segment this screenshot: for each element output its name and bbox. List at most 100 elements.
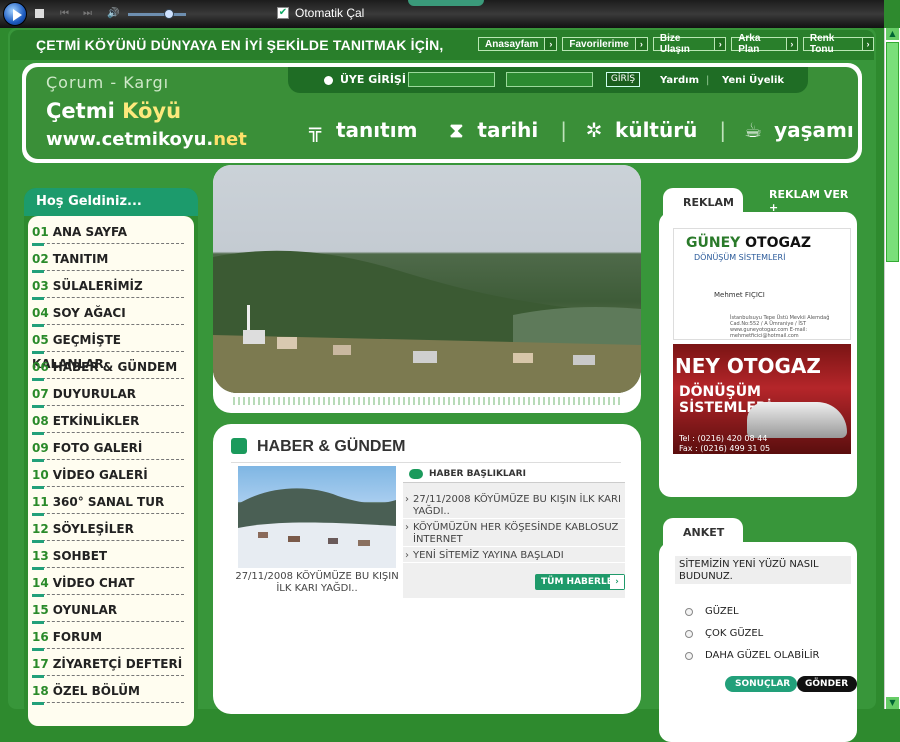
news-section: HABER & GÜNDEM 27/11/2008 KÖYÜMÜZE BU KI… xyxy=(213,424,641,714)
arrow-right-icon: › xyxy=(544,38,557,50)
sidebar-item-ziyaretci-defteri[interactable]: 17 ZİYARETÇİ DEFTERİ xyxy=(32,652,184,678)
player-grip-handle[interactable] xyxy=(408,0,484,6)
sidebar-menu: 01 ANA SAYFA 02 TANITIM 03 SÜLALERİMİZ 04 SO… xyxy=(28,216,194,726)
ad-card-business-card[interactable]: GÜNEY OTOGAZ DÖNÜŞÜM SİSTEMLERİ Mehmet F… xyxy=(673,228,851,340)
poll-question: SİTEMİZİN YENİ YÜZÜ NASIL BUDUNUZ. xyxy=(675,556,851,584)
topnav-arka-plan[interactable]: Arka Plan › xyxy=(731,33,798,55)
vertical-scrollbar[interactable]: ▲ ▼ xyxy=(884,28,900,709)
snowy-village-image[interactable] xyxy=(238,466,396,568)
password-input[interactable] xyxy=(506,72,593,87)
previous-icon[interactable]: ⏮ xyxy=(59,8,70,19)
poll-results-button[interactable]: SONUÇLAR → xyxy=(725,676,797,705)
volume-icon[interactable]: 🔊 xyxy=(107,8,119,19)
topnav-label: Renk Tonu xyxy=(809,33,835,55)
scrollbar-thumb[interactable] xyxy=(886,42,899,262)
sidebar-item-video-galeri[interactable]: 10 VİDEO GALERİ xyxy=(32,463,184,489)
sidebar-item-sanal-tur[interactable]: 11 360° SANAL TUR xyxy=(32,490,184,516)
sidebar-item-sohbet[interactable]: 13 SOHBET xyxy=(32,544,184,570)
sidebar-item-sulalerimiz[interactable]: 03 SÜLALERİMİZ xyxy=(32,274,184,300)
headlines-title: HABER BAŞLIKLARI xyxy=(403,466,625,483)
sidebar-item-etkinlikler[interactable]: 08 ETKİNLİKLER xyxy=(32,409,184,435)
autoplay-checkbox[interactable]: ✔ xyxy=(277,7,289,19)
brand-name: Çetmi Köyü xyxy=(46,99,181,123)
sidebar-item-ozel-bolum[interactable]: 18 ÖZEL BÖLÜM xyxy=(32,679,184,705)
item-number: 09 xyxy=(32,441,49,455)
poll-option[interactable]: ÇOK GÜZEL xyxy=(685,628,763,639)
menu-tarihi[interactable]: ⧗ tarihi xyxy=(445,118,538,142)
news-title: HABER & GÜNDEM xyxy=(257,438,406,455)
all-news-button[interactable]: TÜM HABERLER › xyxy=(535,574,625,590)
advertise-link[interactable]: REKLAM VER + xyxy=(769,188,861,214)
radio-button[interactable] xyxy=(685,629,693,638)
sidebar-item-video-chat[interactable]: 14 VİDEO CHAT xyxy=(32,571,184,597)
sidebar-item-foto-galeri[interactable]: 09 FOTO GALERİ xyxy=(32,436,184,462)
sidebar-title: Hoş Geldiniz... xyxy=(24,188,198,216)
poll-section: ANKET SİTEMİZİN YENİ YÜZÜ NASIL BUDUNUZ.… xyxy=(655,516,861,742)
volume-slider[interactable] xyxy=(128,13,186,16)
item-label: SOHBET xyxy=(52,549,108,563)
brand-url[interactable]: www.cetmikoyu.net xyxy=(46,129,247,150)
ad1-title: GÜNEY OTOGAZ xyxy=(686,235,811,251)
sidebar-item-soy-agaci[interactable]: 04 SOY AĞACI xyxy=(32,301,184,327)
item-label: SOY AĞACI xyxy=(52,306,126,320)
sidebar-item-haber-gundem[interactable]: 06 HABER & GÜNDEM xyxy=(32,355,184,381)
sidebar-item-forum[interactable]: 16 FORUM xyxy=(32,625,184,651)
poll-send-button[interactable]: GÖNDER → xyxy=(797,676,857,705)
sidebar-item-tanitim[interactable]: 02 TANITIM xyxy=(32,247,184,273)
headlines-panel: HABER BAŞLIKLARI 27/11/2008 KÖYÜMÜZE BU … xyxy=(403,466,625,598)
ad-body: GÜNEY OTOGAZ DÖNÜŞÜM SİSTEMLERİ Mehmet F… xyxy=(659,212,857,497)
item-number: 02 xyxy=(32,252,49,266)
menu-kulturu[interactable]: ✲ kültürü xyxy=(583,118,698,142)
news-image-caption[interactable]: 27/11/2008 KÖYÜMÜZE BU KIŞIN İLK KARI YA… xyxy=(233,571,401,595)
brand-name-part2: Köyü xyxy=(122,99,182,123)
sidebar-item-gecmiste-kalanlar[interactable]: 05 GEÇMİŞTE KALANLAR xyxy=(32,328,184,371)
register-link[interactable]: Yeni Üyelik xyxy=(722,75,784,86)
menu-tanitim[interactable]: ╦ tanıtım xyxy=(304,118,417,142)
topnav-bize-ulasin[interactable]: Bize Ulaşın › xyxy=(652,33,727,55)
top-navigation: Anasayfam › Favorilerime › Bize Ulaşın › Ar… xyxy=(478,33,874,55)
username-input[interactable] xyxy=(408,72,495,87)
poll-option[interactable]: GÜZEL xyxy=(685,606,739,617)
headline-item[interactable]: YENİ SİTEMİZ YAYINA BAŞLADI xyxy=(403,550,625,563)
sidebar-item-duyurular[interactable]: 07 DUYURULAR xyxy=(32,382,184,408)
item-label: ÖZEL BÖLÜM xyxy=(52,684,140,698)
headline-item[interactable]: 27/11/2008 KÖYÜMÜZE BU KIŞIN İLK KARI YA… xyxy=(403,494,625,519)
next-icon[interactable]: ⏭ xyxy=(82,8,93,19)
topnav-label: Anasayfam xyxy=(485,38,539,50)
ad1-address: İstanbulsuyu Tepe Üstü Mevkii Alemdağ Ca… xyxy=(730,315,830,339)
ad1-title-b: OTOGAZ xyxy=(745,235,811,251)
menu-label: yaşamı xyxy=(774,118,854,142)
play-icon[interactable] xyxy=(3,2,27,26)
login-separator: | xyxy=(706,75,710,86)
radio-button[interactable] xyxy=(685,651,693,660)
poll-option-label: GÜZEL xyxy=(705,606,739,617)
ad2-fax: Fax : (0216) 499 31 05 xyxy=(679,444,771,453)
sidebar-item-oyunlar[interactable]: 15 OYUNLAR xyxy=(32,598,184,624)
item-number: 17 xyxy=(32,657,49,671)
sidebar-item-ana-sayfa[interactable]: 01 ANA SAYFA xyxy=(32,220,184,246)
poll-option-label: DAHA GÜZEL OLABİLİR xyxy=(705,650,820,661)
item-number: 15 xyxy=(32,603,49,617)
poll-option[interactable]: DAHA GÜZEL OLABİLİR xyxy=(685,650,820,661)
topnav-favorilerime[interactable]: Favorilerime › xyxy=(562,37,648,51)
sidebar-item-soylesiler[interactable]: 12 SÖYLEŞİLER xyxy=(32,517,184,543)
radio-button[interactable] xyxy=(685,607,693,616)
topnav-anasayfam[interactable]: Anasayfam › xyxy=(478,37,558,51)
headline-item[interactable]: KÖYÜMÜZÜN HER KÖŞESİNDE KABLOSUZ İNTERNE… xyxy=(403,522,625,547)
autoplay-label: Otomatik Çal xyxy=(295,6,365,20)
ad-card-banner[interactable]: NEY OTOGAZ DÖNÜŞÜM SİSTEMLERİ Tel : (021… xyxy=(673,344,851,454)
arrow-right-icon: › xyxy=(610,575,624,589)
scroll-down-icon[interactable]: ▼ xyxy=(886,697,899,709)
topnav-label: Favorilerime xyxy=(569,38,629,50)
hourglass-icon: ⧗ xyxy=(449,118,464,142)
login-button[interactable]: GİRİŞ xyxy=(606,72,640,87)
poll-send-label: GÖNDER xyxy=(805,679,849,689)
stop-icon[interactable] xyxy=(35,9,44,18)
hero-banner xyxy=(213,165,641,413)
help-link[interactable]: Yardım xyxy=(660,75,699,86)
topnav-renk-tonu[interactable]: Renk Tonu › xyxy=(802,33,874,55)
item-number: 11 xyxy=(32,495,49,509)
scroll-up-icon[interactable]: ▲ xyxy=(886,28,899,40)
menu-yasami[interactable]: ☕ yaşamı xyxy=(742,118,854,142)
volume-slider-knob[interactable] xyxy=(164,9,174,19)
